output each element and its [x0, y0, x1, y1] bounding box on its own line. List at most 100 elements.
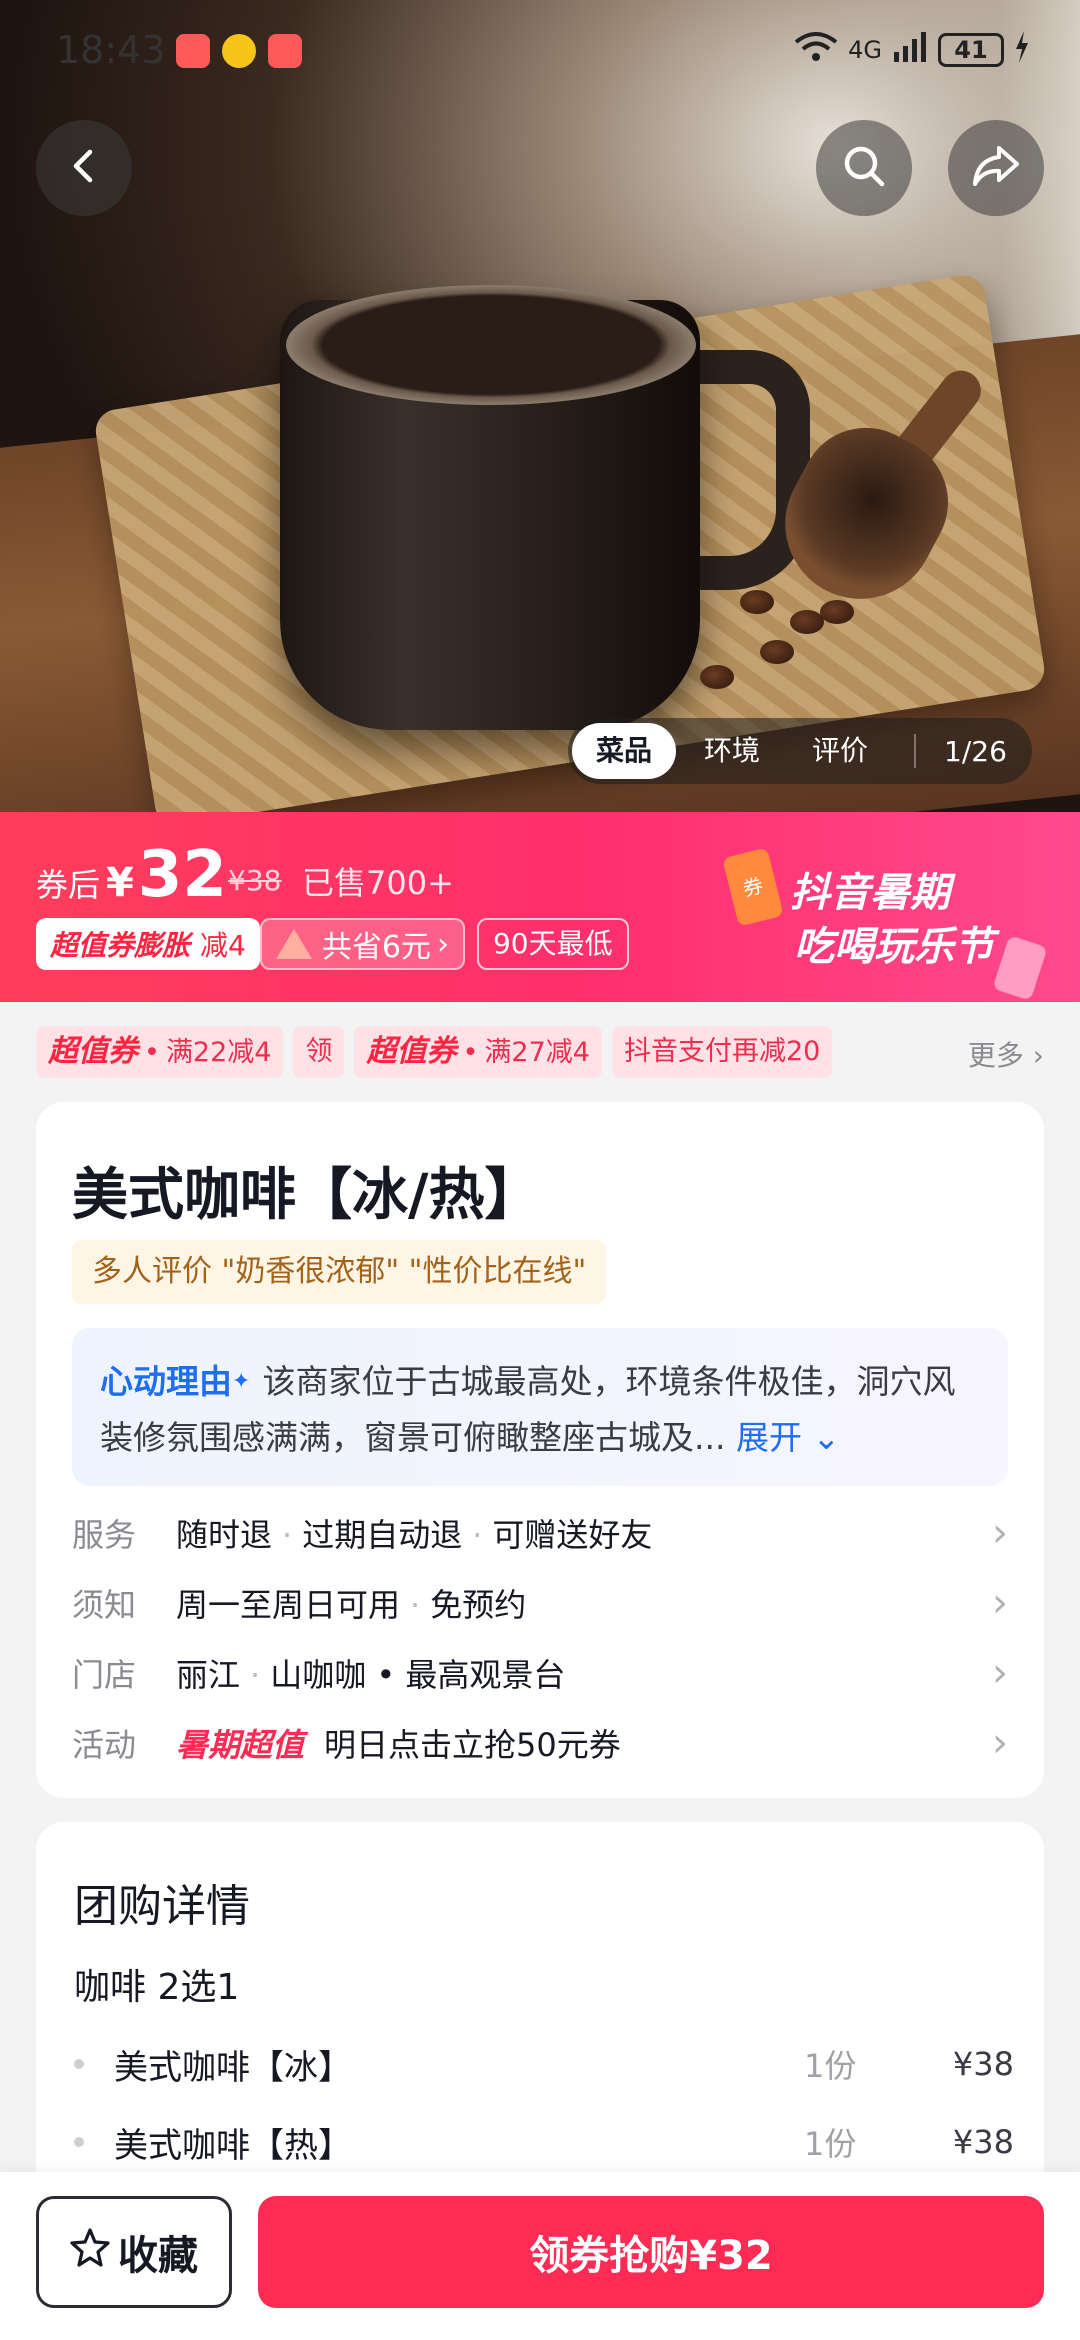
more-coupons-link[interactable]: 更多 ›	[968, 1034, 1044, 1074]
payment-discount-chip[interactable]: 抖音支付再减20	[611, 1026, 833, 1078]
battery-level: 41	[954, 36, 988, 64]
row-key: 服务	[72, 1516, 137, 1554]
notice-item: 周一至周日可用	[176, 1586, 401, 1624]
status-time: 18:43	[56, 28, 166, 72]
coffee-bean	[820, 600, 854, 624]
bullet-icon	[74, 2137, 84, 2147]
tab-reviews[interactable]: 评价	[788, 723, 892, 779]
bullet-icon	[74, 2059, 84, 2069]
coffee-bean	[740, 590, 774, 614]
claim-coupon-button[interactable]: 领	[293, 1026, 345, 1078]
coupon-boost-brand: 超值券膨胀	[50, 929, 191, 962]
bottom-action-bar: 收藏 领券抢购¥32	[0, 2172, 1080, 2340]
price-value: 32	[137, 838, 227, 912]
info-row-notice[interactable]: 须知 周一至周日可用 · 免预约 ›	[72, 1568, 1008, 1638]
info-row-store[interactable]: 门店 丽江 · 山咖咖 • 最高观景台 ›	[72, 1638, 1008, 1708]
network-label: 4G	[848, 36, 882, 64]
coupon-ticket-icon: 券	[722, 847, 784, 927]
row-value: 周一至周日可用 · 免预约	[176, 1586, 527, 1624]
list-item: 美式咖啡【冰】 1份 ¥38	[74, 2034, 1014, 2094]
sparkle-icon: ✦	[232, 1369, 251, 1394]
arrow-up-icon	[275, 929, 312, 959]
status-right: 4G 41	[794, 30, 1030, 70]
coupon-ticket-icon	[992, 935, 1048, 1001]
battery-icon: 41	[938, 33, 1004, 67]
item-qty: 1份	[804, 2047, 857, 2085]
image-counter: 1/26	[944, 734, 1007, 768]
coffee-bean	[760, 640, 794, 664]
item-name: 美式咖啡【热】	[114, 2125, 352, 2166]
favorite-label: 收藏	[118, 2233, 198, 2279]
row-value: 随时退 · 过期自动退 · 可赠送好友	[176, 1516, 653, 1554]
coffee-bean	[790, 610, 824, 634]
sold-count: 已售700+	[302, 864, 454, 902]
alarm-icon	[268, 34, 302, 68]
favorite-button[interactable]: 收藏	[36, 2196, 232, 2308]
original-price: ¥38	[228, 864, 282, 897]
after-coupon-label: 券后	[36, 866, 101, 904]
back-button[interactable]	[36, 120, 132, 216]
row-key: 活动	[72, 1726, 137, 1764]
charging-icon	[1014, 31, 1030, 69]
search-button[interactable]	[816, 120, 912, 216]
expand-button[interactable]: 展开 ⌄	[736, 1418, 840, 1457]
alarm-icon	[176, 34, 210, 68]
info-row-service[interactable]: 服务 随时退 · 过期自动退 · 可赠送好友 ›	[72, 1498, 1008, 1568]
chevron-right-icon: ›	[992, 1650, 1008, 1696]
chevron-right-icon: ›	[436, 926, 449, 962]
list-item: 美式咖啡【热】 1份 ¥38	[74, 2112, 1014, 2172]
summer-festival-logo[interactable]: 券 抖音暑期 吃喝玩乐节	[722, 842, 1050, 1001]
coupon-chip[interactable]: 超值券 • 满22减4	[36, 1026, 284, 1078]
coffee-surface	[286, 285, 696, 405]
service-item: 过期自动退	[302, 1516, 463, 1554]
promo-chips: 超值券膨胀 减4 共省6元 › 90天最低	[36, 918, 629, 970]
signal-icon	[892, 30, 928, 70]
currency-symbol: ¥	[106, 860, 134, 906]
row-value: 丽江 · 山咖咖 • 最高观景台	[176, 1656, 566, 1694]
item-qty: 1份	[804, 2125, 857, 2163]
coupon-chip[interactable]: 超值券 • 满27减4	[354, 1026, 602, 1078]
share-button[interactable]	[948, 120, 1044, 216]
saved-chip[interactable]: 共省6元 ›	[259, 918, 465, 970]
weibo-icon	[222, 34, 256, 68]
share-icon	[971, 144, 1021, 192]
chevron-down-icon: ⌄	[801, 1418, 841, 1457]
wifi-icon	[794, 30, 838, 70]
tab-environment[interactable]: 环境	[680, 723, 784, 779]
item-price: ¥38	[952, 2123, 1014, 2161]
back-arrow-icon	[64, 146, 104, 190]
tab-divider	[914, 734, 917, 768]
row-value: 暑期超值 明日点击立抢50元券	[176, 1720, 992, 1766]
product-detail-card: 美式咖啡【冰/热】 多人评价 "奶香很浓郁" "性价比在线" 心动理由✦ 该商家位…	[36, 1102, 1044, 1798]
festival-line1: 抖音暑期	[790, 870, 950, 916]
festival-line2: 吃喝玩乐节	[794, 924, 994, 970]
chevron-right-icon: ›	[992, 1510, 1008, 1556]
info-row-activity[interactable]: 活动 暑期超值 明日点击立抢50元券 ›	[72, 1708, 1008, 1778]
activity-text: 明日点击立抢50元券	[324, 1726, 621, 1764]
group-title: 团购详情	[74, 1881, 250, 1932]
tab-dishes[interactable]: 菜品	[572, 723, 677, 779]
coupon-minus: 减4	[200, 929, 246, 962]
coupon-text: 满22减4	[165, 1037, 272, 1068]
coupon-text: 满27减4	[484, 1037, 590, 1068]
chevron-right-icon: ›	[992, 1580, 1008, 1626]
promo-banner: 券后 ¥32 ¥38 已售700+ 超值券膨胀 减4 共省6元 › 90天最低 …	[0, 812, 1080, 1002]
hero-image[interactable]: 18:43 4G 41 菜品 环境 评价 1/26	[0, 0, 1080, 812]
reason-box[interactable]: 心动理由✦ 该商家位于古城最高处，环境条件极佳，洞穴风装修氛围感满满，窗景可俯瞰整…	[72, 1328, 1008, 1486]
service-item: 随时退	[176, 1516, 273, 1554]
more-label: 更多	[967, 1039, 1024, 1072]
expand-label: 展开	[735, 1418, 802, 1457]
coupon-boost-chip[interactable]: 超值券膨胀 减4	[36, 918, 260, 970]
review-highlight-tag: 多人评价 "奶香很浓郁" "性价比在线"	[72, 1240, 607, 1304]
media-tab-bar: 菜品 环境 评价 1/26	[568, 718, 1032, 784]
status-bar: 18:43 4G 41	[0, 0, 1080, 100]
chevron-right-icon: ›	[1032, 1039, 1044, 1072]
store-name: 山咖咖 • 最高观景台	[270, 1656, 566, 1694]
lowest-price-badge: 90天最低	[476, 918, 629, 970]
buy-button[interactable]: 领券抢购¥32	[258, 2196, 1044, 2308]
chevron-right-icon: ›	[992, 1720, 1008, 1766]
item-name: 美式咖啡【冰】	[114, 2047, 352, 2088]
product-title: 美式咖啡【冰/热】	[72, 1163, 541, 1228]
reason-label: 心动理由✦	[100, 1362, 250, 1401]
row-key: 须知	[72, 1586, 137, 1624]
